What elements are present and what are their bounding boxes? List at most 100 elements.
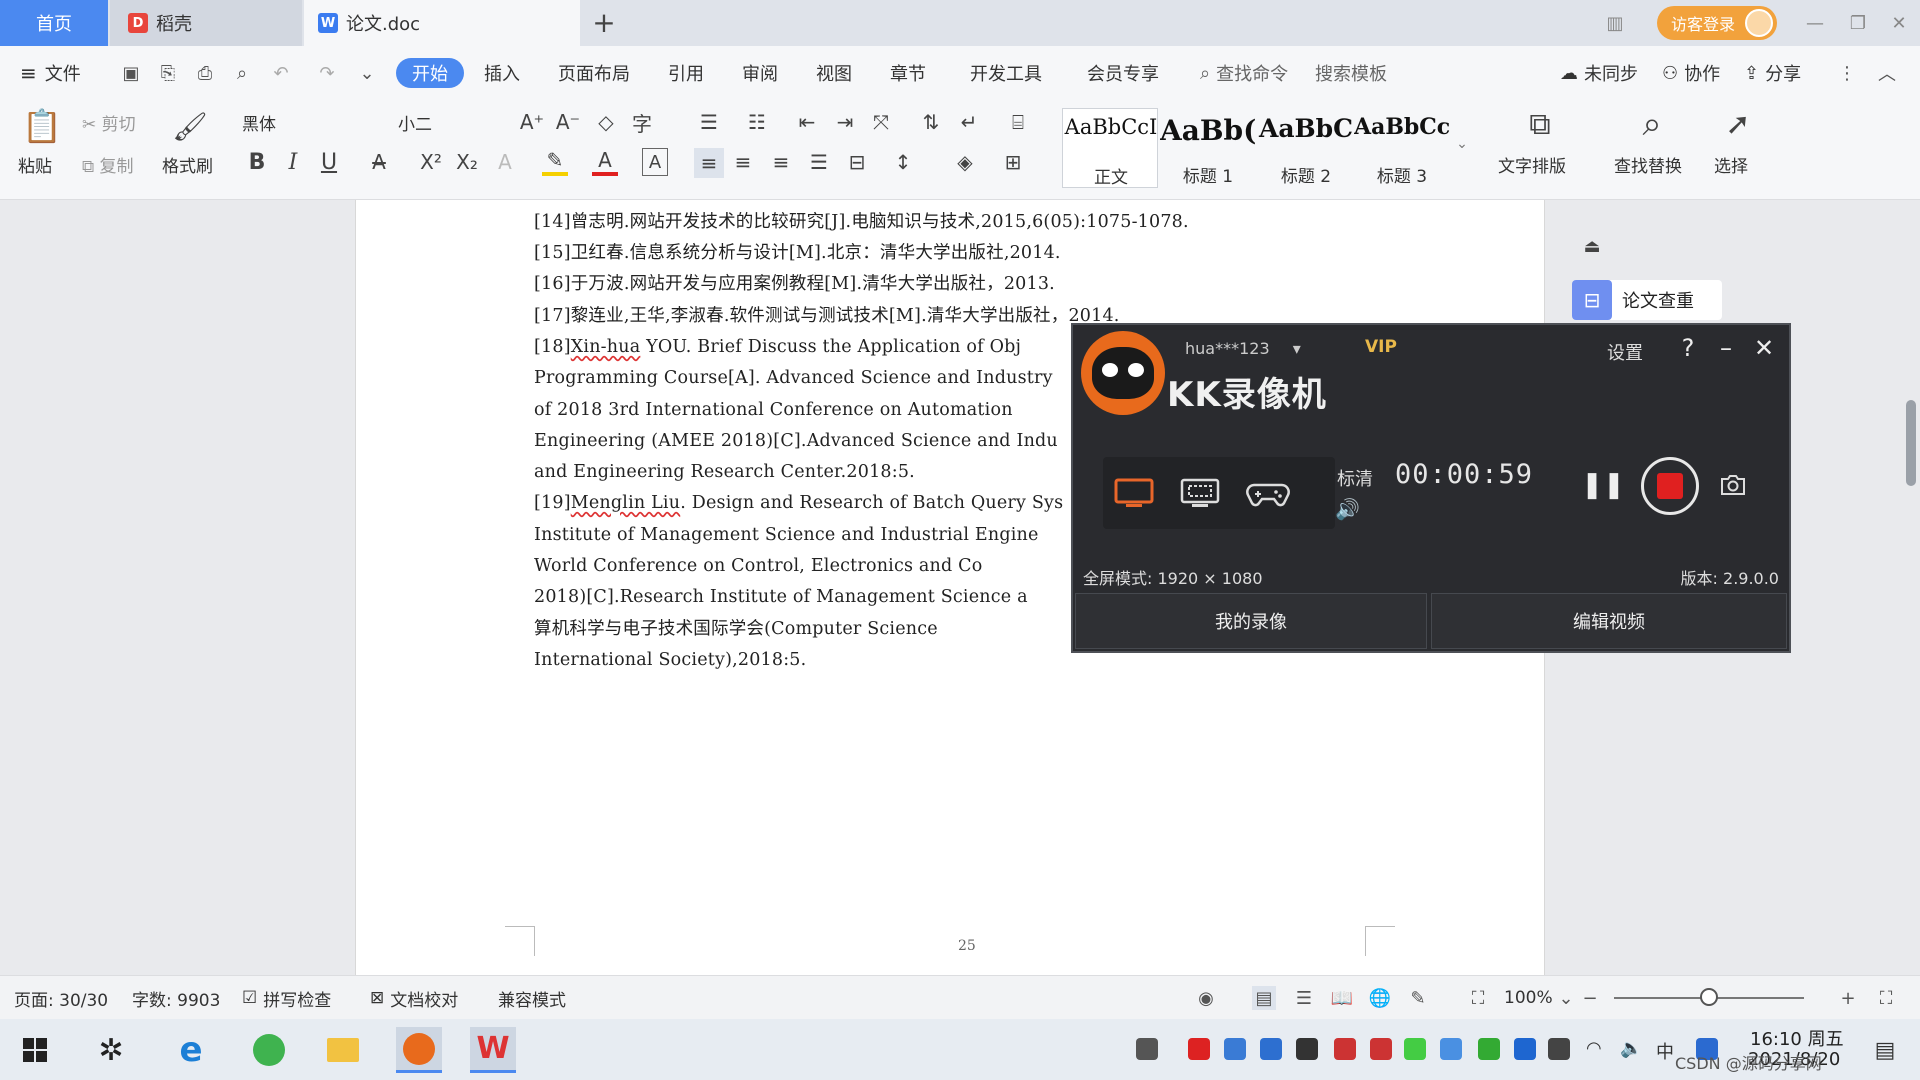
menu-review[interactable]: 审阅 <box>742 46 778 100</box>
tab-document[interactable]: W 论文.doc <box>304 0 580 46</box>
char-border-icon[interactable]: A <box>642 148 668 176</box>
outline-view-icon[interactable]: ☰ <box>1292 986 1316 1010</box>
font-color-icon[interactable]: A <box>592 148 618 176</box>
game-mode-icon[interactable] <box>1243 471 1293 515</box>
text-layout-button[interactable]: 文字排版 <box>1498 152 1566 177</box>
zoom-dropdown-icon[interactable]: ⌄ <box>1554 986 1578 1010</box>
kk-recorder-taskbar-icon[interactable] <box>396 1027 442 1073</box>
panel-collapse-icon[interactable]: ⏏ <box>1580 234 1604 258</box>
clock-time[interactable]: 16:10 周五 <box>1750 1025 1844 1051</box>
wps-taskbar-icon[interactable]: W <box>470 1027 516 1073</box>
vertical-scrollbar[interactable] <box>1906 400 1916 486</box>
tray-keyboard-icon[interactable] <box>1136 1038 1158 1060</box>
text-layout-icon[interactable]: ⧉ <box>1520 104 1560 144</box>
file-menu[interactable]: ≡ 文件 <box>20 46 81 100</box>
guest-login-button[interactable]: 访客登录 <box>1657 6 1777 40</box>
recorder-close-icon[interactable]: ✕ <box>1749 333 1779 363</box>
notification-center-icon[interactable]: ▤ <box>1862 1027 1908 1073</box>
undo-icon[interactable]: ↶ <box>270 62 292 84</box>
format-painter-button[interactable]: 格式刷 <box>162 152 213 177</box>
cut-button[interactable]: ✂ 剪切 <box>82 110 136 135</box>
eye-protection-icon[interactable]: ◉ <box>1194 986 1218 1010</box>
restore-icon[interactable]: ❐ <box>1843 8 1873 38</box>
menu-references[interactable]: 引用 <box>668 46 704 100</box>
new-tab-button[interactable]: + <box>586 4 622 40</box>
print-icon[interactable]: ⎙ <box>194 62 216 84</box>
zoom-in-icon[interactable]: + <box>1836 986 1860 1010</box>
strikethrough-icon[interactable]: A <box>366 148 392 176</box>
find-replace-icon[interactable]: ⌕ <box>1632 104 1672 144</box>
export-icon[interactable]: ⎘ <box>157 62 179 84</box>
fullscreen-icon[interactable]: ⛶ <box>1874 986 1898 1010</box>
minimize-icon[interactable]: — <box>1800 8 1830 38</box>
subscript-icon[interactable]: X₂ <box>452 148 482 176</box>
file-explorer-icon[interactable] <box>320 1027 366 1073</box>
reading-view-icon[interactable]: 📖 <box>1330 986 1354 1010</box>
search-template[interactable]: 搜索模板 <box>1315 46 1387 100</box>
save-icon[interactable]: ▣ <box>120 62 142 84</box>
tray-battery-icon[interactable] <box>1548 1038 1570 1060</box>
tray-qq2-icon[interactable] <box>1370 1038 1392 1060</box>
styles-more-icon[interactable]: ⌄ <box>1454 114 1470 174</box>
superscript-icon[interactable]: X² <box>416 148 446 176</box>
region-mode-icon[interactable] <box>1175 471 1225 515</box>
justify-icon[interactable]: ☰ <box>806 148 832 176</box>
quick-access-dropdown-icon[interactable]: ⌄ <box>356 62 378 84</box>
find-replace-button[interactable]: 查找替换 <box>1614 152 1682 177</box>
style-heading-1[interactable]: AaBb( 标题 1 <box>1160 108 1256 188</box>
windows-start-icon[interactable] <box>12 1027 58 1073</box>
align-right-icon[interactable]: ≡ <box>768 148 794 176</box>
select-cursor-icon[interactable]: ➚ <box>1718 104 1758 144</box>
paste-button[interactable]: 粘贴 <box>18 152 52 177</box>
paste-icon[interactable]: 📋 <box>22 106 62 146</box>
shading-icon[interactable]: ◈ <box>952 148 978 176</box>
word-count[interactable]: 字数: 9903 <box>132 976 220 1020</box>
tray-green-icon[interactable] <box>1404 1038 1426 1060</box>
recorder-settings-button[interactable]: 设置 <box>1607 339 1643 365</box>
menu-member[interactable]: 会员专享 <box>1087 46 1159 100</box>
tray-app-icon[interactable] <box>1224 1038 1246 1060</box>
recorder-help-button[interactable]: ? <box>1673 333 1703 363</box>
select-button[interactable]: 选择 <box>1714 152 1748 177</box>
layout-toggle-icon[interactable]: ▥ <box>1600 8 1630 38</box>
format-painter-icon[interactable]: 🖌 <box>172 106 208 146</box>
clear-format-icon[interactable]: ◇ <box>592 108 620 136</box>
font-select[interactable]: 黑体 <box>242 110 402 135</box>
align-left-icon[interactable]: ≡ <box>694 148 724 178</box>
quality-select[interactable]: 标清 <box>1337 465 1373 491</box>
browser-360-icon[interactable] <box>246 1027 292 1073</box>
borders-icon[interactable]: ⊞ <box>1000 148 1026 176</box>
page-view-icon[interactable]: ▤ <box>1252 986 1276 1010</box>
grow-font-icon[interactable]: A⁺ <box>518 108 546 136</box>
tab-home[interactable]: 首页 <box>0 0 108 46</box>
plagiarism-check-button[interactable]: ⊟ 论文查重 <box>1572 280 1722 320</box>
copy-button[interactable]: ⧉ 复制 <box>82 152 134 177</box>
bold-icon[interactable]: B <box>244 148 270 176</box>
recorder-username[interactable]: hua***123 ▾ <box>1185 339 1301 358</box>
spell-check-button[interactable]: ☑ 拼写检查 <box>242 976 331 1020</box>
page-indicator[interactable]: 页面: 30/30 <box>14 976 108 1020</box>
recorder-minimize-icon[interactable]: – <box>1711 333 1741 363</box>
tray-wifi-icon[interactable]: ◠ <box>1586 1038 1608 1060</box>
tray-volume-icon[interactable]: 🔈 <box>1620 1038 1642 1060</box>
align-center-icon[interactable]: ≡ <box>730 148 756 176</box>
write-mode-icon[interactable]: ✎ <box>1406 986 1430 1010</box>
fullscreen-mode-icon[interactable] <box>1109 471 1159 515</box>
screenshot-camera-icon[interactable] <box>1713 465 1753 505</box>
my-recordings-button[interactable]: 我的录像 <box>1075 593 1427 649</box>
redo-icon[interactable]: ↷ <box>316 62 338 84</box>
style-heading-3[interactable]: AaBbCcl 标题 3 <box>1354 108 1450 188</box>
highlight-icon[interactable]: ✎ <box>542 148 568 176</box>
line-spacing-icon[interactable]: ↕ <box>890 148 916 176</box>
sort-icon[interactable]: ⇅ <box>918 108 944 136</box>
phonetic-icon[interactable]: 字 <box>628 108 656 136</box>
edit-video-button[interactable]: 编辑视频 <box>1431 593 1787 649</box>
tray-shield-icon[interactable] <box>1260 1038 1282 1060</box>
print-preview-icon[interactable]: ⌕ <box>231 62 253 84</box>
share-button[interactable]: ⇪ 分享 <box>1744 46 1801 100</box>
fit-page-icon[interactable]: ⛶ <box>1466 986 1490 1010</box>
increase-indent-icon[interactable]: ⇥ <box>832 108 858 136</box>
close-icon[interactable]: ✕ <box>1884 8 1914 38</box>
zoom-level[interactable]: 100% <box>1504 976 1553 1020</box>
doc-proofread-button[interactable]: ⊠ 文档校对 <box>370 976 458 1020</box>
